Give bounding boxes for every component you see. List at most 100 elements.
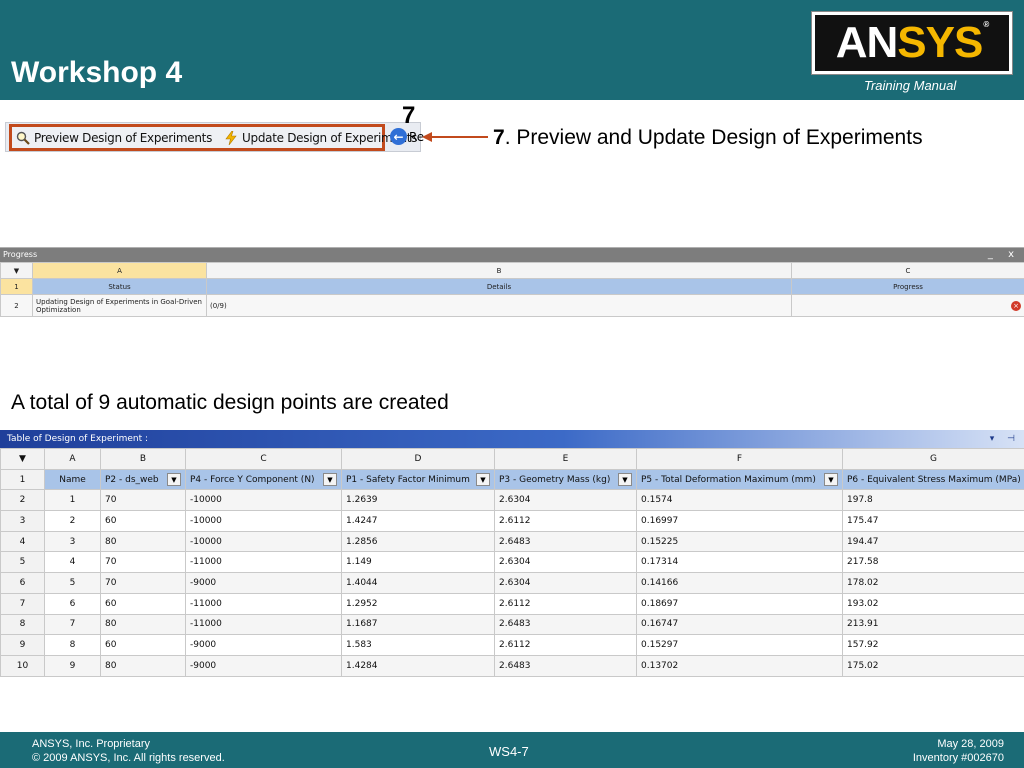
table-cell[interactable]: 175.02 [842, 654, 1024, 677]
table-cell[interactable]: 0.15225 [636, 530, 843, 553]
table-cell[interactable]: 7 [44, 613, 101, 636]
table-row[interactable]: 4 3 80 -10000 1.2856 2.6483 0.15225 194.47 [0, 530, 1024, 553]
column-letter[interactable]: B [206, 262, 792, 279]
column-letter[interactable]: A [44, 448, 101, 470]
table-cell[interactable]: 80 [100, 613, 186, 636]
stop-icon[interactable]: × [1011, 301, 1021, 311]
table-cell[interactable]: 60 [100, 510, 186, 532]
table-cell[interactable]: 175.47 [842, 510, 1024, 532]
table-cell[interactable]: 1.1687 [341, 613, 495, 636]
table-cell[interactable]: 0.16747 [636, 613, 843, 636]
column-letter[interactable]: B [100, 448, 186, 470]
magnifier-icon [16, 131, 30, 145]
table-cell[interactable]: 0.13702 [636, 654, 843, 677]
preview-doe-button[interactable]: Preview Design of Experiments [16, 131, 212, 145]
table-cell[interactable]: 6 [44, 592, 101, 615]
table-row[interactable]: 8 7 80 -11000 1.1687 2.6483 0.16747 213.91 [0, 613, 1024, 636]
column-letter[interactable]: D [341, 448, 495, 470]
table-cell[interactable]: 0.14166 [636, 572, 843, 594]
table-cell[interactable]: 0.17314 [636, 551, 843, 574]
doe-panel-controls[interactable]: ▾ ⊣ [990, 430, 1020, 448]
chevron-down-icon[interactable]: ▼ [824, 473, 838, 487]
name-header: Name [44, 468, 101, 491]
table-cell[interactable]: -10000 [185, 489, 342, 512]
table-cell[interactable]: 2.6112 [494, 510, 637, 532]
table-cell[interactable]: 1.583 [341, 634, 495, 656]
table-cell[interactable]: 2.6304 [494, 489, 637, 512]
table-row[interactable]: 5 4 70 -11000 1.149 2.6304 0.17314 217.58 [0, 551, 1024, 574]
return-button[interactable]: ← Re [390, 128, 424, 145]
update-doe-button[interactable]: Update Design of Experiments [224, 130, 417, 145]
table-row[interactable]: 9 8 60 -9000 1.583 2.6112 0.15297 157.92 [0, 634, 1024, 656]
table-cell[interactable]: 2.6112 [494, 592, 637, 615]
table-cell[interactable]: 70 [100, 489, 186, 512]
table-cell[interactable]: 2 [44, 510, 101, 532]
table-cell[interactable]: 178.02 [842, 572, 1024, 594]
column-letter[interactable]: F [636, 448, 843, 470]
table-cell[interactable]: 194.47 [842, 530, 1024, 553]
chevron-down-icon[interactable]: ▼ [323, 473, 337, 487]
table-cell[interactable]: 4 [44, 551, 101, 574]
table-cell[interactable]: 2.6304 [494, 572, 637, 594]
table-cell[interactable]: 157.92 [842, 634, 1024, 656]
table-cell[interactable]: 193.02 [842, 592, 1024, 615]
table-cell[interactable]: 0.18697 [636, 592, 843, 615]
table-cell[interactable]: 1.149 [341, 551, 495, 574]
table-cell[interactable]: 0.1574 [636, 489, 843, 512]
table-row[interactable]: 3 2 60 -10000 1.4247 2.6112 0.16997 175.47 [0, 510, 1024, 532]
table-cell[interactable]: 213.91 [842, 613, 1024, 636]
param-header-label: P6 - Equivalent Stress Maximum (MPa) [847, 474, 1021, 485]
status-header: Status [32, 278, 207, 295]
table-cell[interactable]: 70 [100, 551, 186, 574]
table-cell[interactable]: -9000 [185, 634, 342, 656]
table-cell[interactable]: 9 [44, 654, 101, 677]
chevron-down-icon[interactable]: ▼ [476, 473, 490, 487]
table-cell[interactable]: 1.4044 [341, 572, 495, 594]
select-all-cell[interactable]: ▼ [0, 262, 33, 279]
table-cell[interactable]: -10000 [185, 530, 342, 553]
table-cell[interactable]: 5 [44, 572, 101, 594]
table-cell[interactable]: 80 [100, 530, 186, 553]
table-row[interactable]: 6 5 70 -9000 1.4044 2.6304 0.14166 178.02 [0, 572, 1024, 594]
column-letter[interactable]: C [185, 448, 342, 470]
table-cell[interactable]: 2.6304 [494, 551, 637, 574]
table-cell[interactable]: 3 [44, 530, 101, 553]
table-cell[interactable]: 80 [100, 654, 186, 677]
table-cell[interactable]: 0.16997 [636, 510, 843, 532]
column-letter[interactable]: E [494, 448, 637, 470]
table-cell[interactable]: -11000 [185, 551, 342, 574]
table-row[interactable]: 10 9 80 -9000 1.4284 2.6483 0.13702 175.02 [0, 654, 1024, 677]
table-cell[interactable]: 60 [100, 592, 186, 615]
select-all-cell[interactable]: ▼ [0, 448, 45, 470]
chevron-down-icon[interactable]: ▼ [167, 473, 181, 487]
table-cell[interactable]: 1.2639 [341, 489, 495, 512]
table-cell[interactable]: -10000 [185, 510, 342, 532]
table-cell[interactable]: 217.58 [842, 551, 1024, 574]
table-cell[interactable]: -9000 [185, 572, 342, 594]
table-cell[interactable]: 2.6483 [494, 530, 637, 553]
table-cell[interactable]: 8 [44, 634, 101, 656]
table-cell[interactable]: -11000 [185, 613, 342, 636]
table-cell[interactable]: 70 [100, 572, 186, 594]
table-cell[interactable]: 2.6483 [494, 654, 637, 677]
table-cell[interactable]: 1.2952 [341, 592, 495, 615]
table-cell[interactable]: 1 [44, 489, 101, 512]
panel-window-controls[interactable]: _ x [988, 248, 1020, 262]
table-cell[interactable]: 1.4284 [341, 654, 495, 677]
details-header: Details [206, 278, 792, 295]
table-cell[interactable]: 1.4247 [341, 510, 495, 532]
table-cell[interactable]: 2.6112 [494, 634, 637, 656]
table-cell[interactable]: -9000 [185, 654, 342, 677]
table-cell[interactable]: -11000 [185, 592, 342, 615]
table-cell[interactable]: 197.8 [842, 489, 1024, 512]
table-row[interactable]: 2 1 70 -10000 1.2639 2.6304 0.1574 197.8 [0, 489, 1024, 512]
chevron-down-icon[interactable]: ▼ [618, 473, 632, 487]
table-cell[interactable]: 2.6483 [494, 613, 637, 636]
table-cell[interactable]: 60 [100, 634, 186, 656]
table-row[interactable]: 7 6 60 -11000 1.2952 2.6112 0.18697 193.02 [0, 592, 1024, 615]
table-cell[interactable]: 1.2856 [341, 530, 495, 553]
column-letter[interactable]: G [842, 448, 1024, 470]
table-cell[interactable]: 0.15297 [636, 634, 843, 656]
column-letter[interactable]: C [791, 262, 1024, 279]
column-letter[interactable]: A [32, 262, 207, 279]
